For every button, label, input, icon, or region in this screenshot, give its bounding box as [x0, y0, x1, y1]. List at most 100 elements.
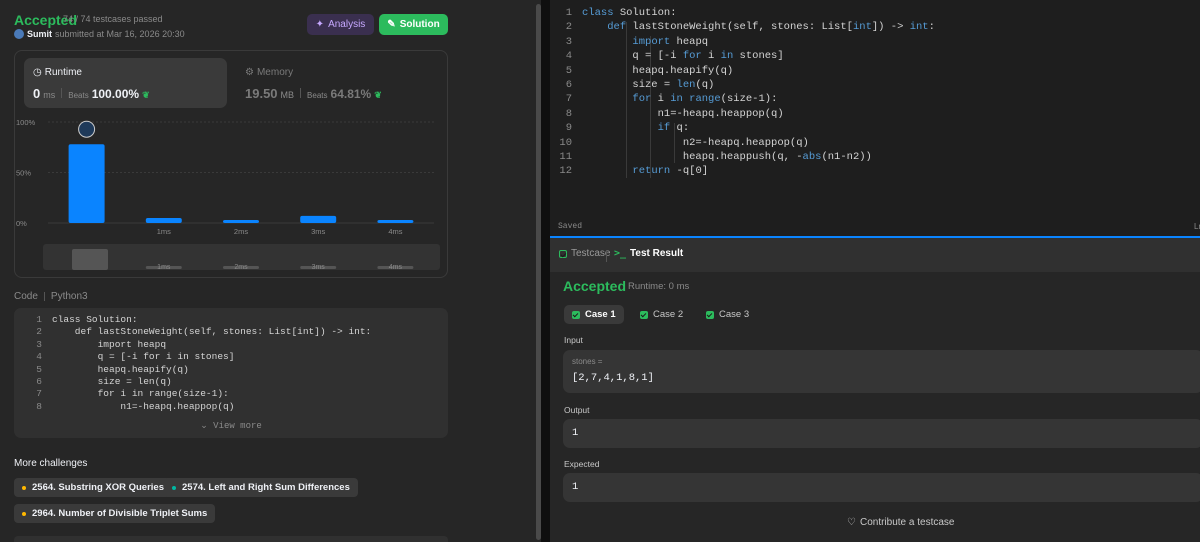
y-tick-label: 0% [16, 219, 27, 228]
testcases-passed: 74 / 74 testcases passed [63, 14, 163, 24]
runtime-bar[interactable] [68, 144, 105, 223]
line-number: 5 [565, 64, 572, 77]
tab-test-result-label: Test Result [630, 248, 684, 259]
tab-test-result[interactable]: >_ Test Result [614, 248, 683, 259]
result-status: Accepted [563, 278, 627, 294]
analysis-button[interactable]: ✦ Analysis [307, 14, 374, 35]
user-avatar-marker[interactable] [78, 120, 96, 138]
range-selector-handle[interactable] [72, 249, 108, 270]
code-line: 2 def lastStoneWeight(self, stones: List… [24, 326, 371, 338]
output-value: 1 [572, 427, 579, 439]
input-label: Input [564, 335, 583, 345]
memory-unit: MB [280, 90, 295, 100]
pane-divider[interactable] [541, 0, 550, 542]
line-number: 4 [36, 351, 42, 363]
code-line: 4 q = [-i for i in stones] [24, 351, 371, 363]
runtime-label: Runtime [44, 67, 82, 78]
overview-tick-label: 1ms [157, 264, 171, 271]
tab-testcase[interactable]: Testcase [559, 248, 610, 259]
runtime-bar[interactable] [377, 219, 414, 223]
expected-box: 1 [563, 473, 1200, 502]
line-number: 11 [559, 150, 572, 163]
next-section-card [14, 536, 448, 542]
code-text: def lastStoneWeight(self, stones: List[i… [52, 326, 372, 338]
user-avatar[interactable] [14, 29, 24, 39]
case-3-tab[interactable]: Case 3 [698, 305, 757, 324]
sparkle-icon: ✦ [315, 19, 325, 30]
overview-tick-label: 2ms [234, 264, 248, 271]
code-line: 7 for i in range(size-1): [24, 388, 371, 400]
runtime-bar[interactable] [145, 217, 182, 223]
case-2-tab[interactable]: Case 2 [632, 305, 691, 324]
memory-label: Memory [256, 67, 294, 78]
memory-card[interactable]: ⚙ Memory 19.50 MB Beats 64.81% ❦ [236, 58, 439, 108]
runtime-bar[interactable] [223, 219, 259, 223]
editor-line[interactable]: 5 heapq.heapify(q) [550, 64, 935, 78]
challenge-chip[interactable]: 2574. Left and Right Sum Differences [164, 478, 358, 497]
editor-line[interactable]: 4 q = [-i for i in stones] [550, 49, 935, 63]
code-text: import heapq [632, 35, 709, 48]
line-number: 7 [565, 93, 572, 106]
code-line: 5 heapq.heapify(q) [24, 364, 371, 376]
line-number: 6 [36, 375, 42, 387]
solution-button[interactable]: ✎ Solution [379, 14, 448, 35]
memory-beats-value: 64.81% [330, 87, 372, 101]
code-text: q = [-i for i in stones] [52, 351, 235, 363]
case-1-tab[interactable]: Case 1 [564, 305, 624, 324]
runtime-value: 0 [33, 86, 41, 101]
code-text: return -q[0] [632, 165, 709, 178]
x-tick-label: 4ms [388, 227, 402, 236]
memory-value-row: 19.50 MB Beats 64.81% ❦ [245, 86, 382, 101]
memory-beats-label: Beats [307, 91, 328, 100]
tab-divider [606, 250, 607, 262]
code-text: heapq.heappush(q, -abs(n1-n2)) [582, 150, 872, 163]
challenge-chip[interactable]: 2564. Substring XOR Queries [14, 478, 172, 497]
editor-line[interactable]: 2 def lastStoneWeight(self, stones: List… [550, 20, 935, 34]
editor-line[interactable]: 7 for i in range(size-1): [550, 92, 935, 106]
line-number: 2 [565, 21, 572, 34]
code-line: 1 class Solution: [24, 314, 371, 326]
saved-indicator: Saved [558, 222, 583, 231]
checkbox-icon [559, 249, 567, 258]
challenge-label: 2574. Left and Right Sum Differences [182, 482, 350, 493]
code-header: Code Python3 [14, 291, 88, 302]
editor-line[interactable]: 1 class Solution: [550, 6, 935, 20]
challenge-chip[interactable]: 2964. Number of Divisible Triplet Sums [14, 504, 216, 523]
editor-line[interactable]: 3 import heapq [550, 35, 935, 49]
clock-icon: ◷ [33, 67, 42, 78]
editor-line[interactable]: 11 heapq.heappush(q, -abs(n1-n2)) [550, 150, 935, 164]
editor-line[interactable]: 6 size = len(q) [550, 78, 935, 92]
code-text: import heapq [52, 338, 167, 350]
case-label: Case 1 [585, 309, 616, 320]
submitted-time: submitted at Mar 16, 2026 20:30 [55, 29, 185, 39]
code-text: if q: [657, 122, 690, 135]
contribute-testcase-link[interactable]: ♡ Contribute a testcase [847, 517, 954, 528]
code-editor[interactable]: 1 class Solution: 2 def lastStoneWeight(se… [550, 0, 1200, 236]
overview-tick-label: 4ms [389, 264, 403, 271]
view-more-button[interactable]: ⌄ View more [14, 421, 448, 431]
output-label: Output [564, 405, 590, 415]
code-text: n1=-heapq.heappop(q) [52, 400, 235, 412]
runtime-card[interactable]: ◷ Runtime 0 ms Beats 100.00% ❦ [24, 58, 227, 108]
tab-testcase-label: Testcase [571, 248, 611, 259]
case-label: Case 3 [719, 309, 750, 320]
editor-lines[interactable]: 1 class Solution: 2 def lastStoneWeight(se… [550, 6, 935, 179]
solution-label: Solution [399, 19, 440, 30]
editor-line[interactable]: 9 if q: [550, 121, 935, 135]
editor-line[interactable]: 12 return -q[0] [550, 164, 935, 178]
code-text: q = [-i for i in stones] [582, 50, 784, 63]
runtime-bar[interactable] [300, 215, 337, 223]
submission-panel: Accepted 74 / 74 testcases passed Sumit … [0, 0, 541, 542]
code-text: heapq.heapify(q) [582, 64, 734, 77]
chevrons-down-icon: ⌄ [200, 421, 208, 431]
editor-line[interactable]: 8 n1=-heapq.heappop(q) [550, 107, 935, 121]
heart-icon: ♡ [847, 517, 856, 528]
check-icon [572, 310, 580, 319]
user-name[interactable]: Sumit [27, 29, 52, 39]
runtime-distribution-chart: 100% 50% 0% 1ms 2ms 3ms 4ms 1ms 2ms 3ms 4ms [16, 118, 440, 271]
editor-line[interactable]: 10 n2=-heapq.heappop(q) [550, 136, 935, 150]
code-line: 8 n1=-heapq.heappop(q) [24, 401, 371, 413]
runtime-value-row: 0 ms Beats 100.00% ❦ [33, 86, 150, 101]
difficulty-dot [22, 511, 26, 516]
code-text: heapq.heapify(q) [52, 363, 189, 375]
